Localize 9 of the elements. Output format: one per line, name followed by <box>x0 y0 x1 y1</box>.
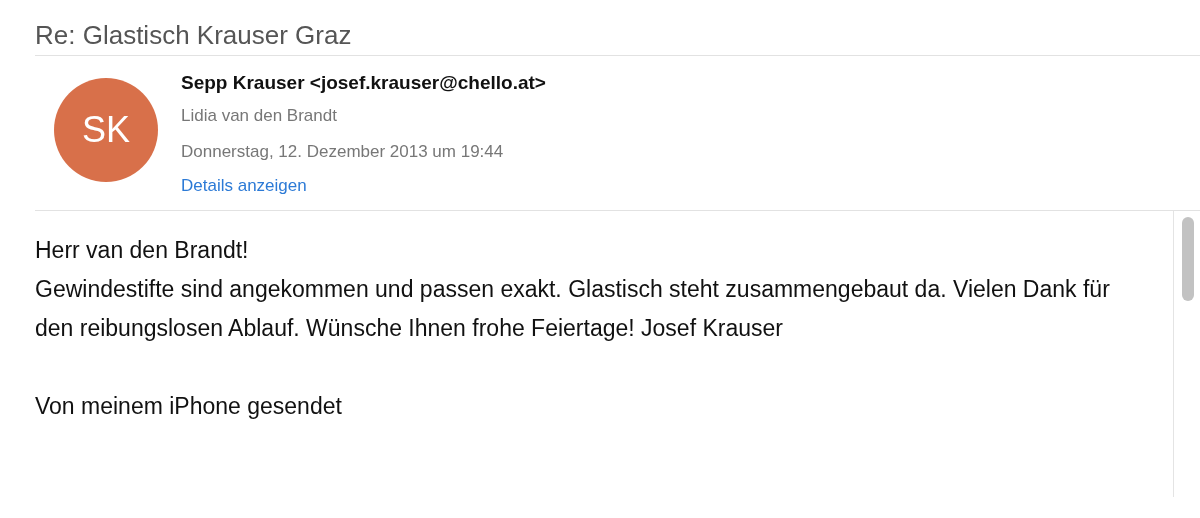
sender-avatar: SK <box>54 78 158 182</box>
email-subject: Re: Glastisch Krauser Graz <box>34 19 353 52</box>
details-link[interactable]: Details anzeigen <box>181 176 307 196</box>
sender-name: Sepp Krauser <josef.krauser@chello.at> <box>181 72 546 95</box>
email-date: Donnerstag, 12. Dezember 2013 um 19:44 <box>181 142 504 163</box>
message-paragraph: Von meinem iPhone gesendet <box>35 392 343 421</box>
scrollbar-thumb[interactable] <box>1182 217 1194 301</box>
message-paragraph: Herr van den Brandt! Gewindestifte sind angekommen und passen exakt. Glastisch steht zusammengebaut da. Vielen Dank für den reibungslosen Ablauf. Wünsche Ihnen frohe Feiertage! Josef Krauser <box>35 236 1111 343</box>
recipient-name: Lidia van den Brandt <box>181 106 337 127</box>
